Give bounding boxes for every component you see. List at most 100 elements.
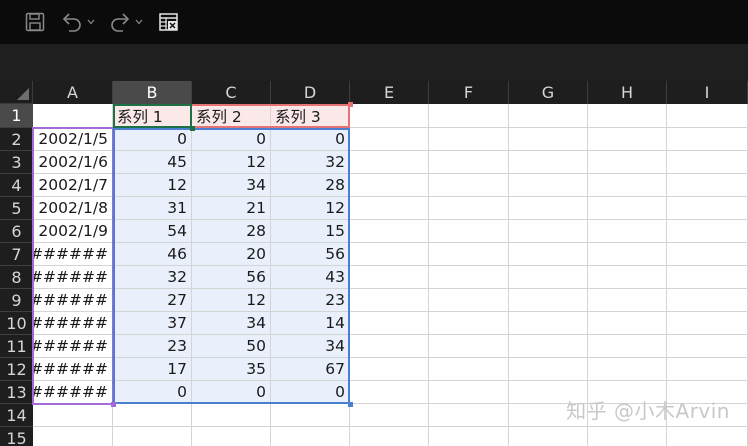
cell-b12[interactable]: 17 bbox=[113, 358, 192, 381]
cell-c11[interactable]: 50 bbox=[192, 335, 271, 358]
cell-a10[interactable]: ###### bbox=[33, 312, 113, 335]
row-header-8[interactable]: 8 bbox=[0, 266, 33, 289]
cell-d14[interactable] bbox=[271, 404, 350, 427]
cell-d6[interactable]: 15 bbox=[271, 220, 350, 243]
cell-b15[interactable] bbox=[113, 427, 192, 446]
cell-g2[interactable] bbox=[509, 128, 588, 151]
column-header-i[interactable]: I bbox=[667, 81, 748, 104]
cell-g9[interactable] bbox=[509, 289, 588, 312]
cell-c1[interactable]: 系列 2 bbox=[192, 104, 271, 128]
row-header-1[interactable]: 1 bbox=[0, 104, 33, 128]
cell-g1[interactable] bbox=[509, 104, 588, 128]
cell-c7[interactable]: 20 bbox=[192, 243, 271, 266]
cell-i9[interactable] bbox=[667, 289, 748, 312]
cell-g4[interactable] bbox=[509, 174, 588, 197]
cell-i15[interactable] bbox=[667, 427, 748, 446]
cell-a13[interactable]: ###### bbox=[33, 381, 113, 404]
cell-h15[interactable] bbox=[588, 427, 667, 446]
cell-d11[interactable]: 34 bbox=[271, 335, 350, 358]
category-resize-handle[interactable] bbox=[111, 402, 116, 407]
values-resize-handle[interactable] bbox=[348, 402, 353, 407]
cell-b2[interactable]: 0 bbox=[113, 128, 192, 151]
cell-h12[interactable] bbox=[588, 358, 667, 381]
cell-h5[interactable] bbox=[588, 197, 667, 220]
cell-i6[interactable] bbox=[667, 220, 748, 243]
column-header-f[interactable]: F bbox=[429, 81, 509, 104]
cell-e11[interactable] bbox=[350, 335, 429, 358]
cell-e7[interactable] bbox=[350, 243, 429, 266]
row-header-9[interactable]: 9 bbox=[0, 289, 33, 312]
cell-f3[interactable] bbox=[429, 151, 509, 174]
cell-e14[interactable] bbox=[350, 404, 429, 427]
row-header-14[interactable]: 14 bbox=[0, 404, 33, 427]
cell-a9[interactable]: ###### bbox=[33, 289, 113, 312]
cell-d3[interactable]: 32 bbox=[271, 151, 350, 174]
cell-a8[interactable]: ###### bbox=[33, 266, 113, 289]
cell-g6[interactable] bbox=[509, 220, 588, 243]
cell-h8[interactable] bbox=[588, 266, 667, 289]
cell-i7[interactable] bbox=[667, 243, 748, 266]
cell-g7[interactable] bbox=[509, 243, 588, 266]
cell-d12[interactable]: 67 bbox=[271, 358, 350, 381]
cell-d8[interactable]: 43 bbox=[271, 266, 350, 289]
cell-f11[interactable] bbox=[429, 335, 509, 358]
cell-e4[interactable] bbox=[350, 174, 429, 197]
cell-a15[interactable] bbox=[33, 427, 113, 446]
cell-h10[interactable] bbox=[588, 312, 667, 335]
cell-d2[interactable]: 0 bbox=[271, 128, 350, 151]
series-resize-handle[interactable] bbox=[348, 102, 353, 107]
cell-c3[interactable]: 12 bbox=[192, 151, 271, 174]
row-header-4[interactable]: 4 bbox=[0, 174, 33, 197]
cell-f12[interactable] bbox=[429, 358, 509, 381]
cell-b9[interactable]: 27 bbox=[113, 289, 192, 312]
cell-b1[interactable]: 系列 1 bbox=[113, 104, 192, 128]
cell-h11[interactable] bbox=[588, 335, 667, 358]
cell-e13[interactable] bbox=[350, 381, 429, 404]
row-header-15[interactable]: 15 bbox=[0, 427, 33, 446]
cell-c10[interactable]: 34 bbox=[192, 312, 271, 335]
cell-a4[interactable]: 2002/1/7 bbox=[33, 174, 113, 197]
cell-d13[interactable]: 0 bbox=[271, 381, 350, 404]
cell-g10[interactable] bbox=[509, 312, 588, 335]
cell-f15[interactable] bbox=[429, 427, 509, 446]
cell-b3[interactable]: 45 bbox=[113, 151, 192, 174]
cell-i12[interactable] bbox=[667, 358, 748, 381]
cell-i4[interactable] bbox=[667, 174, 748, 197]
cell-d1[interactable]: 系列 3 bbox=[271, 104, 350, 128]
cell-g3[interactable] bbox=[509, 151, 588, 174]
cell-a14[interactable] bbox=[33, 404, 113, 427]
cell-i11[interactable] bbox=[667, 335, 748, 358]
cell-h7[interactable] bbox=[588, 243, 667, 266]
cell-f8[interactable] bbox=[429, 266, 509, 289]
cell-g15[interactable] bbox=[509, 427, 588, 446]
cell-h4[interactable] bbox=[588, 174, 667, 197]
cell-b6[interactable]: 54 bbox=[113, 220, 192, 243]
cell-c5[interactable]: 21 bbox=[192, 197, 271, 220]
row-header-3[interactable]: 3 bbox=[0, 151, 33, 174]
row-header-6[interactable]: 6 bbox=[0, 220, 33, 243]
cell-i5[interactable] bbox=[667, 197, 748, 220]
row-header-13[interactable]: 13 bbox=[0, 381, 33, 404]
cell-e2[interactable] bbox=[350, 128, 429, 151]
cell-h2[interactable] bbox=[588, 128, 667, 151]
cell-c2[interactable]: 0 bbox=[192, 128, 271, 151]
cell-g11[interactable] bbox=[509, 335, 588, 358]
row-header-11[interactable]: 11 bbox=[0, 335, 33, 358]
cell-e1[interactable] bbox=[350, 104, 429, 128]
cell-f9[interactable] bbox=[429, 289, 509, 312]
cell-b5[interactable]: 31 bbox=[113, 197, 192, 220]
cell-h3[interactable] bbox=[588, 151, 667, 174]
cell-b8[interactable]: 32 bbox=[113, 266, 192, 289]
cell-b4[interactable]: 12 bbox=[113, 174, 192, 197]
cell-g5[interactable] bbox=[509, 197, 588, 220]
column-header-g[interactable]: G bbox=[509, 81, 588, 104]
cell-c15[interactable] bbox=[192, 427, 271, 446]
cell-e6[interactable] bbox=[350, 220, 429, 243]
row-header-5[interactable]: 5 bbox=[0, 197, 33, 220]
cell-e3[interactable] bbox=[350, 151, 429, 174]
cell-b14[interactable] bbox=[113, 404, 192, 427]
column-header-a[interactable]: A bbox=[33, 81, 113, 104]
cell-e8[interactable] bbox=[350, 266, 429, 289]
cell-i1[interactable] bbox=[667, 104, 748, 128]
cell-d15[interactable] bbox=[271, 427, 350, 446]
